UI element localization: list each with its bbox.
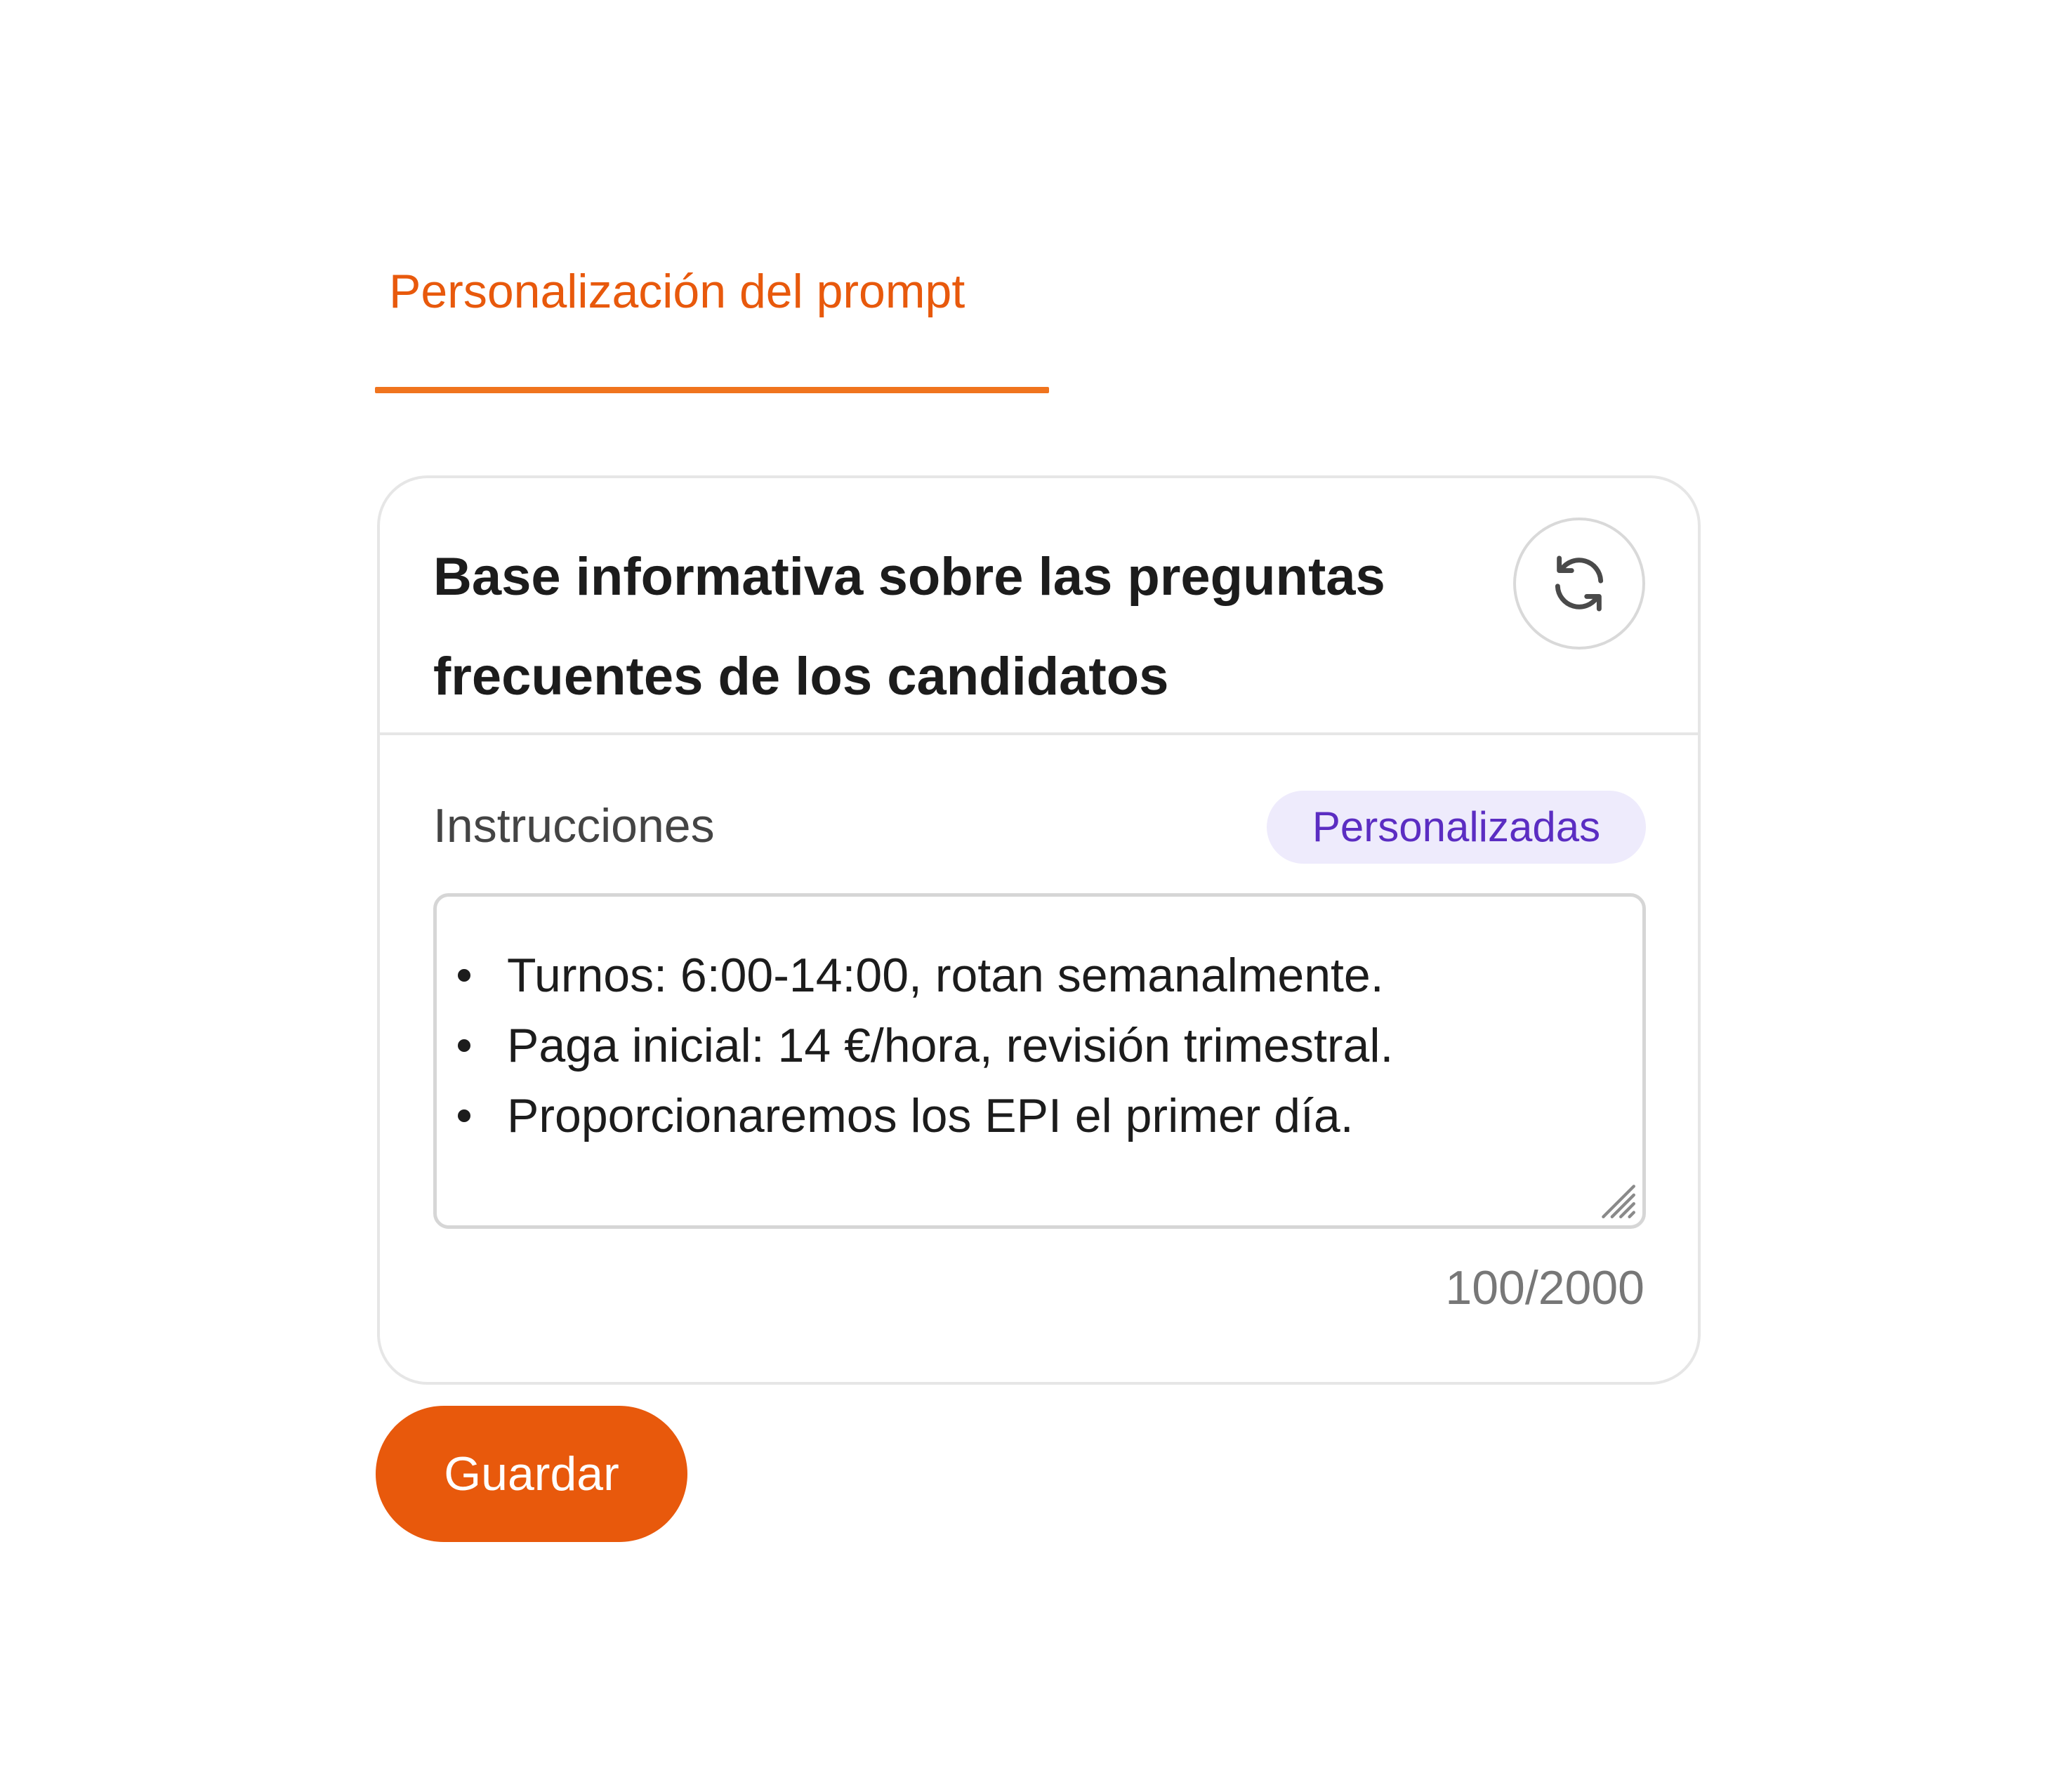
list-item-text: Turnos: 6:00-14:00, rotan semanalmente. [507,949,1384,1002]
list-item-text: Proporcionaremos los EPI el primer día. [507,1089,1354,1142]
card-divider [380,732,1698,735]
tab-prompt-customization[interactable]: Personalización del prompt [375,237,1049,393]
instructions-list: Turnos: 6:00-14:00, rotan semanalmente. … [458,940,1394,1151]
bullet-icon [458,1109,470,1122]
list-item-text: Paga inicial: 14 €/hora, revisión trimes… [507,1019,1394,1072]
list-item: Turnos: 6:00-14:00, rotan semanalmente. [458,940,1393,1010]
prompt-card: Base informativa sobre las preguntas fre… [377,475,1701,1385]
reset-button[interactable] [1513,518,1645,650]
list-item: Proporcionaremos los EPI el primer día. [458,1081,1393,1151]
instructions-label: Instrucciones [433,799,715,852]
card-title: Base informativa sobre las preguntas fre… [433,547,1385,706]
refresh-icon [1555,555,1604,612]
custom-badge: Personalizadas [1267,791,1646,864]
list-item: Paga inicial: 14 €/hora, revisión trimes… [458,1010,1394,1081]
save-button[interactable]: Guardar [376,1406,687,1542]
bullet-icon [458,1039,470,1052]
bullet-icon [458,969,470,982]
tab-label: Personalización del prompt [389,265,965,318]
active-tab-indicator [375,387,1049,393]
character-counter: 100/2000 [1445,1261,1644,1315]
instructions-textarea[interactable]: Turnos: 6:00-14:00, rotan semanalmente. … [433,893,1646,1229]
resize-handle-icon[interactable] [1595,1178,1638,1221]
